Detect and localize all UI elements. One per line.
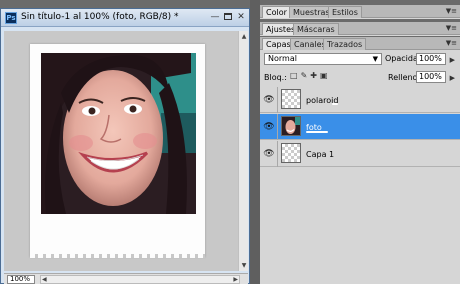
zoom-level-field[interactable]: 100%	[7, 275, 35, 284]
blend-mode-select[interactable]: Normal ▼	[264, 53, 382, 65]
layers-panel-tabs: Capas Canales Trazados ▼≡	[260, 37, 460, 50]
blend-mode-value: Normal	[268, 54, 297, 63]
torn-edge	[30, 254, 205, 258]
document-statusbar: 100% ◀ ▶	[4, 273, 248, 284]
visibility-eye-icon[interactable]: 👁	[263, 94, 275, 106]
layer-name[interactable]: Capa 1	[306, 150, 334, 159]
tab-trazados[interactable]: Trazados	[323, 38, 367, 50]
vertical-scrollbar[interactable]: ▲ ▼	[238, 31, 248, 271]
lock-all-icon[interactable]: ▣	[320, 71, 331, 80]
divider	[277, 114, 278, 140]
layer-row-foto[interactable]: 👁 foto	[260, 114, 460, 140]
document-titlebar[interactable]: Ps Sin título-1 al 100% (foto, RGB/8) * …	[1, 9, 249, 27]
lock-position-icon[interactable]: ✚	[310, 71, 320, 80]
fill-value: 100%	[419, 72, 442, 81]
scroll-right-icon[interactable]: ▶	[233, 276, 238, 284]
adjustments-panel: Ajustes Máscaras ▼≡	[260, 22, 460, 36]
horizontal-scrollbar[interactable]: ◀ ▶	[40, 275, 240, 284]
maximize-button[interactable]	[222, 12, 234, 23]
scroll-down-icon[interactable]: ▼	[240, 261, 248, 270]
color-panel-tabs: Color Muestras Estilos ▼≡	[260, 5, 460, 18]
opacity-field[interactable]: 100% ▶	[416, 53, 455, 65]
visibility-eye-icon[interactable]: 👁	[263, 121, 275, 133]
panel-dock-separator	[250, 0, 260, 284]
color-panel: Color Muestras Estilos ▼≡	[260, 5, 460, 19]
adjustments-panel-tabs: Ajustes Máscaras ▼≡	[260, 22, 460, 35]
visibility-eye-icon[interactable]: 👁	[263, 148, 275, 160]
panel-menu-icon[interactable]: ▼≡	[446, 39, 457, 47]
tab-color[interactable]: Color	[262, 6, 291, 18]
scroll-left-icon[interactable]: ◀	[42, 276, 47, 284]
fill-dropdown-icon[interactable]: ▶	[450, 73, 455, 83]
minimize-button[interactable]: —	[209, 12, 221, 23]
photoshop-app-icon: Ps	[5, 12, 17, 24]
panel-menu-icon[interactable]: ▼≡	[446, 7, 457, 15]
photo-image	[41, 53, 196, 214]
layer-thumbnail	[281, 89, 301, 109]
opacity-value: 100%	[419, 54, 442, 63]
close-button[interactable]: ✕	[235, 12, 247, 23]
document-title: Sin título-1 al 100% (foto, RGB/8) *	[21, 12, 179, 22]
layer-thumbnail	[281, 143, 301, 163]
lock-image-icon[interactable]: ✎	[301, 71, 311, 80]
lock-label: Bloq.:	[264, 73, 287, 82]
tab-estilos[interactable]: Estilos	[328, 6, 362, 18]
lock-transparency-icon[interactable]: □	[290, 71, 301, 80]
tab-mascaras[interactable]: Máscaras	[293, 23, 339, 35]
photoshop-screen: Ps Sin título-1 al 100% (foto, RGB/8) * …	[0, 0, 460, 284]
scroll-up-icon[interactable]: ▲	[240, 32, 248, 41]
tab-muestras[interactable]: Muestras	[289, 6, 334, 18]
scribble-mark	[332, 103, 338, 105]
panel-menu-icon[interactable]: ▼≡	[446, 24, 457, 32]
opacity-dropdown-icon[interactable]: ▶	[450, 55, 455, 65]
fill-field[interactable]: 100% ▶	[416, 71, 455, 83]
divider	[277, 87, 278, 113]
layer-thumbnail	[281, 116, 301, 136]
lock-buttons: □✎✚▣	[290, 71, 331, 80]
divider	[277, 141, 278, 167]
portrait-graphic	[41, 53, 196, 214]
chevron-down-icon: ▼	[372, 55, 378, 63]
layer-row-capa-1[interactable]: 👁 Capa 1	[260, 141, 460, 167]
layers-panel: Capas Canales Trazados ▼≡ Normal ▼ Opaci…	[260, 37, 460, 284]
layer-row-polaroid[interactable]: 👁 polaroid	[260, 87, 460, 113]
scribble-mark	[306, 131, 328, 133]
layer-thumbnail-image	[282, 117, 300, 135]
